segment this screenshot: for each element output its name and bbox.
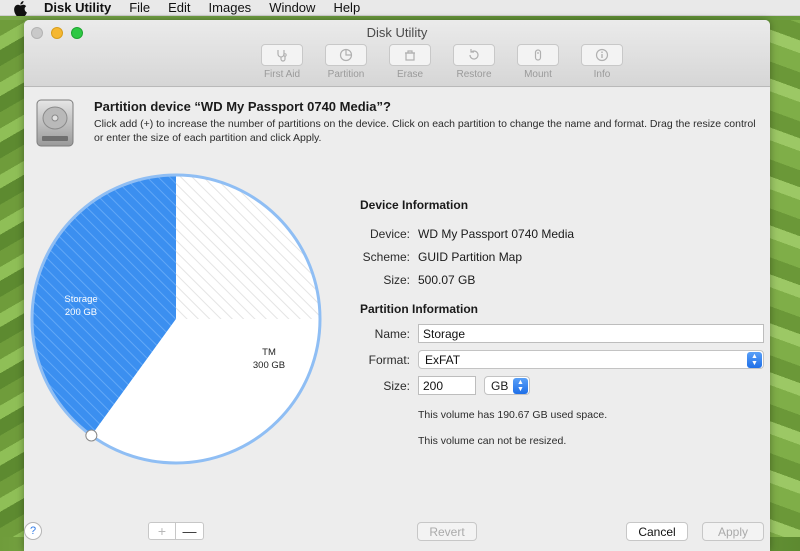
erase-button[interactable]: Erase: [380, 44, 440, 80]
pie-label-storage-size: 200 GB: [65, 307, 97, 318]
partition-information: Partition Information Name: Format: ExFA…: [360, 302, 770, 454]
mount-label: Mount: [524, 69, 552, 80]
select-arrows-icon: ▲ ▼: [747, 351, 762, 368]
size-input-row: Size: GB ▲▼: [360, 376, 770, 395]
resize-note: This volume can not be resized.: [418, 435, 567, 447]
apply-button[interactable]: Apply: [702, 522, 764, 541]
used-space-note: This volume has 190.67 GB used space.: [418, 409, 608, 421]
first-aid-button[interactable]: First Aid: [252, 44, 312, 80]
menu-images[interactable]: Images: [209, 0, 252, 16]
sheet-title: Partition device “WD My Passport 0740 Me…: [94, 99, 391, 114]
select-arrows-icon: ▲ ▼: [513, 377, 528, 394]
partition-size-input[interactable]: [418, 376, 476, 395]
scheme-key: Scheme:: [362, 249, 410, 264]
device-key: Device:: [369, 226, 410, 241]
info-label: Info: [593, 69, 611, 80]
restore-label: Restore: [456, 69, 492, 80]
disk-utility-window: Disk Utility First Aid Partition Erase R…: [24, 20, 770, 551]
size-key: Size:: [383, 272, 410, 287]
menu-file[interactable]: File: [129, 0, 150, 16]
window-title: Disk Utility: [366, 25, 428, 40]
name-row: Name:: [360, 324, 770, 343]
pie-label-storage-name: Storage: [64, 294, 97, 305]
restore-icon: [453, 44, 495, 66]
partition-button[interactable]: Partition: [316, 44, 376, 80]
partition-info-heading: Partition Information: [360, 302, 478, 316]
size-row: Size: 500.07 GB: [360, 268, 770, 291]
pie-slice-tm-free[interactable]: [176, 175, 320, 319]
pie-label-tm-size: 300 GB: [253, 360, 285, 371]
device-info-heading: Device Information: [360, 198, 469, 212]
add-partition-button[interactable]: +: [148, 522, 176, 540]
scheme-row: Scheme: GUID Partition Map: [360, 245, 770, 268]
format-select[interactable]: ExFAT ▲ ▼: [418, 350, 764, 369]
toolbar: First Aid Partition Erase Restore Mount …: [252, 44, 636, 80]
menu-window[interactable]: Window: [269, 0, 315, 16]
stethoscope-icon: [261, 44, 303, 66]
revert-button[interactable]: Revert: [417, 522, 477, 541]
external-disk-icon: [34, 98, 76, 148]
cancel-button[interactable]: Cancel: [626, 522, 688, 541]
partition-pie-chart: Storage 200 GB TM 300 GB: [26, 170, 332, 473]
partition-name-input[interactable]: [418, 324, 764, 343]
size-unit-value: GB: [491, 378, 509, 393]
name-label: Name:: [374, 326, 410, 341]
partition-label: Partition: [327, 69, 365, 80]
info-icon: [581, 44, 623, 66]
pie-resize-handle[interactable]: [85, 429, 98, 442]
mount-button[interactable]: Mount: [508, 44, 568, 80]
partition-sheet: Partition device “WD My Passport 0740 Me…: [24, 88, 770, 551]
size-unit-select[interactable]: GB ▲ ▼: [484, 376, 530, 395]
format-label: Format:: [368, 352, 410, 367]
device-row: Device: WD My Passport 0740 Media: [360, 222, 770, 245]
title-bar: Disk Utility First Aid Partition Erase R…: [24, 20, 770, 87]
erase-label: Erase: [396, 69, 424, 80]
menu-edit[interactable]: Edit: [168, 0, 190, 16]
restore-button[interactable]: Restore: [444, 44, 504, 80]
menu-bar: Disk Utility File Edit Images Window Hel…: [0, 0, 800, 16]
format-value: ExFAT: [425, 352, 461, 367]
menu-help[interactable]: Help: [333, 0, 360, 16]
partition-icon: [325, 44, 367, 66]
add-remove-control: + —: [148, 522, 204, 540]
device-value: WD My Passport 0740 Media: [418, 226, 575, 241]
menu-app-name[interactable]: Disk Utility: [44, 0, 111, 16]
size-label: Size:: [383, 378, 410, 393]
erase-icon: [389, 44, 431, 66]
sheet-description: Click add (+) to increase the number of …: [94, 118, 756, 144]
scheme-value: GUID Partition Map: [418, 249, 523, 264]
info-button[interactable]: Info: [572, 44, 632, 80]
device-information: Device Information Device: WD My Passpor…: [360, 198, 770, 291]
remove-partition-button[interactable]: —: [176, 522, 204, 540]
size-value: 500.07 GB: [418, 272, 476, 287]
format-row: Format: ExFAT ▲ ▼: [360, 350, 770, 369]
desktop-wallpaper-left: [0, 20, 24, 551]
pie-label-tm-name: TM: [262, 347, 276, 358]
desktop-wallpaper-right: [770, 20, 800, 551]
apple-menu-icon[interactable]: [14, 0, 28, 16]
first-aid-label: First Aid: [263, 69, 301, 80]
mount-icon: [517, 44, 559, 66]
help-button[interactable]: ?: [24, 522, 42, 540]
